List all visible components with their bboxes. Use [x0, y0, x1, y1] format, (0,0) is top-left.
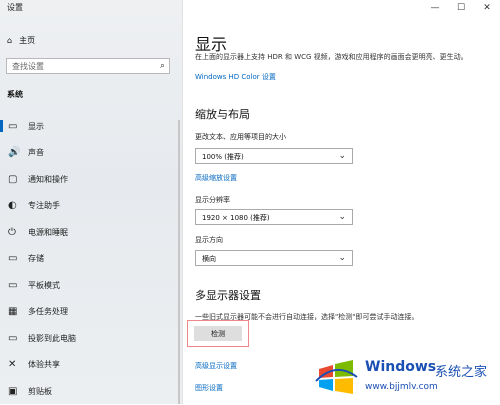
watermark: Windows 系统之家 www.bjjmlv.com: [313, 351, 500, 404]
watermark-subtitle: 系统之家: [435, 365, 488, 380]
hdr-color-link[interactable]: Windows HD Color 设置: [195, 72, 276, 82]
sidebar-item-label: 存储: [28, 254, 44, 264]
close-button[interactable]: ✕: [474, 0, 500, 16]
sidebar-item-clipboard[interactable]: ▣ 剪贴板: [0, 378, 182, 405]
sidebar-item-label: 体验共享: [28, 360, 60, 370]
multitask-icon: ▦: [8, 306, 18, 318]
search-icon[interactable]: ⌕: [160, 61, 165, 71]
sidebar-item-project[interactable]: ▭ 投影到此电脑: [0, 325, 182, 352]
sidebar-item-power[interactable]: ⏻ 电源和睡眠: [0, 219, 182, 246]
advanced-scale-link[interactable]: 高级缩放设置: [195, 173, 237, 183]
home-icon: ⌂: [7, 36, 13, 45]
detect-highlight: 检测: [187, 320, 249, 347]
sidebar-item-sound[interactable]: 🔊 声音: [0, 140, 182, 167]
clipboard-icon: ▣: [8, 385, 18, 397]
sidebar-item-label: 显示: [28, 121, 44, 131]
project-icon: ▭: [8, 332, 18, 344]
sidebar-item-storage[interactable]: ▭ 存储: [0, 246, 182, 273]
home-label: 主页: [19, 36, 36, 45]
power-icon: ⏻: [8, 226, 16, 238]
chevron-down-icon: ⌄: [338, 151, 346, 161]
moon-icon: ◐: [8, 200, 17, 212]
share-icon: ✕: [8, 359, 17, 371]
sidebar-item-focus[interactable]: ◐ 专注助手: [0, 193, 182, 220]
tablet-icon: ▭: [8, 279, 18, 291]
notification-icon: ▢: [8, 173, 18, 185]
advanced-display-link[interactable]: 高级显示设置: [195, 361, 237, 371]
watermark-title: Windows: [365, 359, 437, 375]
sidebar-item-label: 投影到此电脑: [28, 333, 76, 343]
search-placeholder: 查找设置: [12, 62, 44, 71]
sidebar-item-label: 多任务处理: [28, 307, 68, 317]
app-title: 设置: [7, 3, 23, 12]
speaker-icon: 🔊: [8, 147, 21, 159]
sidebar-scrollbar[interactable]: [178, 120, 180, 404]
chevron-down-icon: ⌄: [338, 253, 346, 263]
storage-icon: ▭: [8, 253, 18, 265]
sidebar-item-tablet[interactable]: ▭ 平板模式: [0, 272, 182, 299]
size-dropdown[interactable]: 100% (推荐) ⌄: [195, 148, 353, 164]
windows-logo-icon: [315, 360, 358, 394]
home-link[interactable]: ⌂ 主页: [7, 35, 35, 46]
graphics-settings-link[interactable]: 图形设置: [195, 383, 223, 393]
sidebar-item-label: 通知和操作: [28, 174, 68, 184]
scale-layout-heading: 缩放与布局: [195, 108, 250, 121]
sidebar-item-notifications[interactable]: ▢ 通知和操作: [0, 166, 182, 193]
resolution-label: 显示分辨率: [195, 196, 230, 204]
size-value: 100% (推荐): [202, 153, 244, 161]
monitor-icon: ▭: [8, 120, 18, 132]
sidebar: 设置 ⌂ 主页 查找设置 ⌕ 系统 ▭ 显示 🔊 声音 ▢ 通知和操作 ◐ 专注…: [0, 0, 182, 404]
orientation-label: 显示方向: [195, 236, 223, 244]
sidebar-item-share[interactable]: ✕ 体验共享: [0, 352, 182, 379]
orientation-value: 横向: [202, 255, 216, 263]
sidebar-item-label: 声音: [28, 148, 44, 158]
window-controls: — ☐ ✕: [422, 0, 500, 16]
size-label: 更改文本、应用等项目的大小: [195, 133, 286, 141]
sidebar-item-multitask[interactable]: ▦ 多任务处理: [0, 299, 182, 326]
search-input[interactable]: 查找设置 ⌕: [6, 58, 170, 74]
sidebar-nav: ▭ 显示 🔊 声音 ▢ 通知和操作 ◐ 专注助手 ⏻ 电源和睡眠 ▭ 存储 ▭ …: [0, 113, 182, 405]
detect-button[interactable]: 检测: [194, 326, 242, 341]
sidebar-item-label: 平板模式: [28, 280, 60, 290]
maximize-button[interactable]: ☐: [448, 0, 474, 16]
section-label: 系统: [7, 90, 23, 99]
resolution-dropdown[interactable]: 1920 × 1080 (推荐) ⌄: [195, 209, 353, 225]
minimize-button[interactable]: —: [422, 0, 448, 16]
resolution-value: 1920 × 1080 (推荐): [202, 214, 270, 222]
main-content: — ☐ ✕ 显示 在上面的显示器上支持 HDR 和 WCG 视频，游戏和应用程序…: [183, 0, 500, 404]
watermark-url: www.bjjmlv.com: [365, 382, 438, 392]
settings-window: 设置 ⌂ 主页 查找设置 ⌕ 系统 ▭ 显示 🔊 声音 ▢ 通知和操作 ◐ 专注…: [0, 0, 500, 404]
sidebar-item-label: 电源和睡眠: [28, 227, 68, 237]
multi-display-heading: 多显示器设置: [195, 289, 261, 302]
sidebar-item-display[interactable]: ▭ 显示: [0, 113, 182, 140]
sidebar-item-label: 专注助手: [28, 201, 60, 211]
sidebar-item-label: 剪贴板: [28, 386, 52, 396]
chevron-down-icon: ⌄: [338, 212, 346, 222]
orientation-dropdown[interactable]: 横向 ⌄: [195, 250, 353, 266]
page-title: 显示: [195, 35, 228, 54]
hdr-description: 在上面的显示器上支持 HDR 和 WCG 视频，游戏和应用程序的画面会更明亮、更…: [195, 53, 468, 61]
